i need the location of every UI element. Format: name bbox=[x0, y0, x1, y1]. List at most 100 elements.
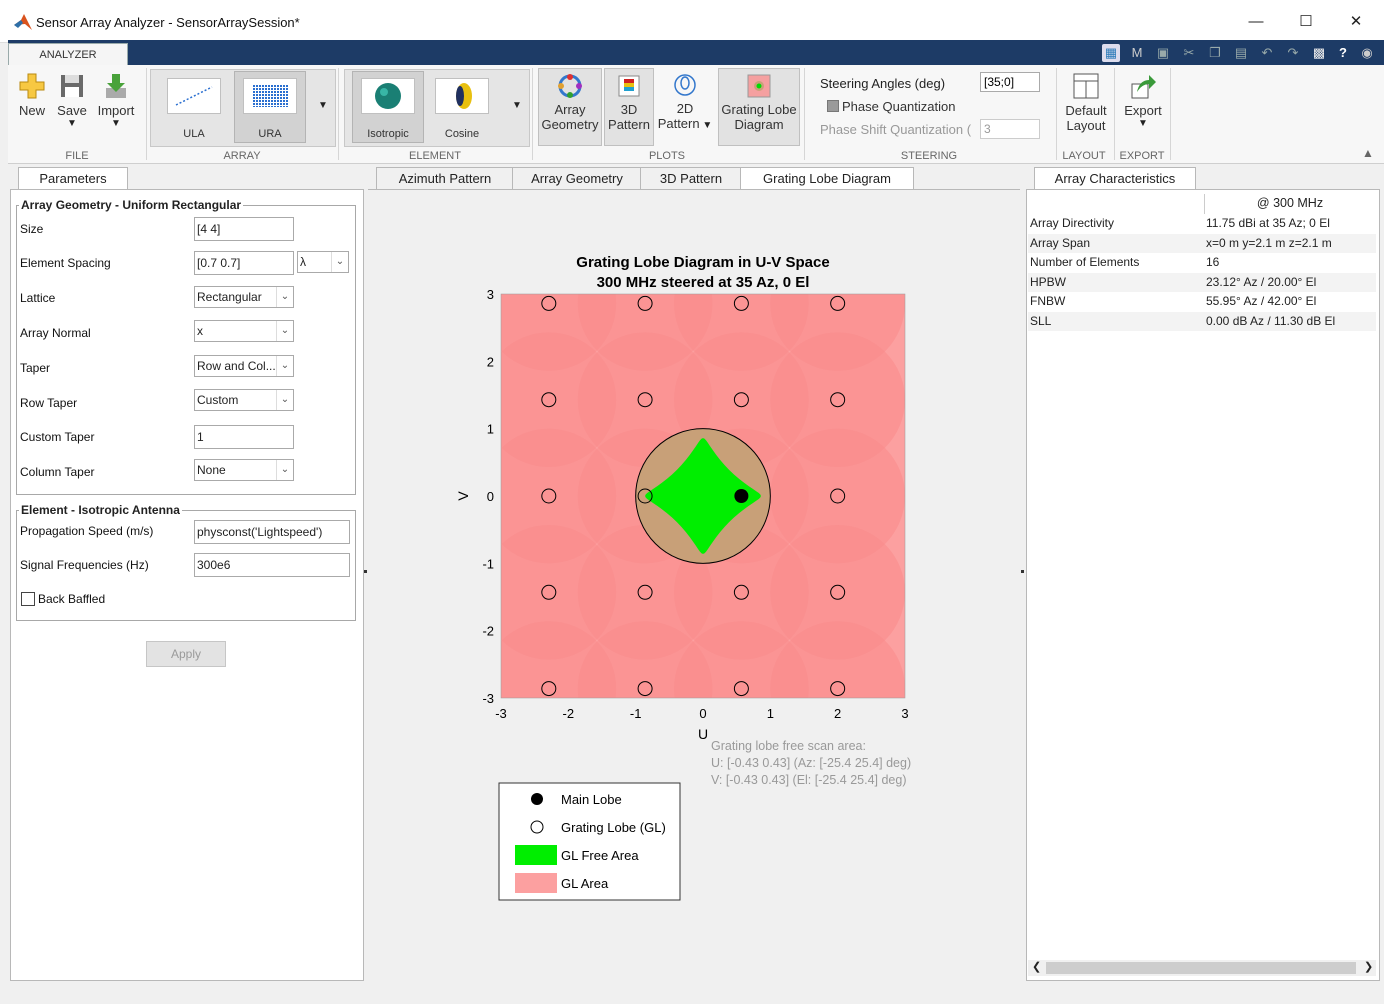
pattern-2d-label-1: 2D bbox=[676, 101, 694, 116]
quick-access-mw-icon[interactable]: M bbox=[1128, 44, 1146, 62]
characteristic-name: Array Directivity bbox=[1030, 216, 1115, 230]
steering-angles-input[interactable] bbox=[980, 72, 1040, 92]
pattern-3d-button[interactable]: 3D Pattern bbox=[604, 68, 654, 146]
tab-parameters[interactable]: Parameters bbox=[18, 167, 128, 190]
quick-access-save-icon[interactable]: ▣ bbox=[1154, 44, 1172, 62]
column-taper-select[interactable]: None ⌄ bbox=[194, 459, 294, 481]
horizontal-scrollbar[interactable]: ❮ ❯ bbox=[1028, 960, 1376, 976]
grating-lobe-icon bbox=[747, 74, 771, 98]
title-bar: Sensor Array Analyzer - SensorArraySessi… bbox=[0, 0, 1384, 43]
chevron-down-icon: ⌄ bbox=[331, 252, 348, 272]
quick-access-cut-icon[interactable]: ✂ bbox=[1180, 44, 1198, 62]
y-tick-label: 2 bbox=[487, 354, 494, 369]
table-row: SLL 0.00 dB Az / 11.30 dB El bbox=[1028, 311, 1376, 331]
close-icon[interactable]: ✕ bbox=[1344, 12, 1368, 32]
quick-access-undo-icon[interactable]: ↶ bbox=[1258, 44, 1276, 62]
phase-shift-quantization-input[interactable] bbox=[980, 119, 1040, 139]
save-label: Save bbox=[57, 103, 87, 118]
array-gallery-expand-icon[interactable]: ▼ bbox=[318, 100, 328, 111]
quick-access-menu-icon[interactable]: ◉ bbox=[1358, 44, 1376, 62]
array-geometry-label-1: Array bbox=[554, 102, 586, 117]
quick-access-copy-icon[interactable]: ❐ bbox=[1206, 44, 1224, 62]
scrollbar-thumb[interactable] bbox=[1046, 962, 1356, 974]
maximize-icon[interactable]: ☐ bbox=[1294, 12, 1318, 32]
characteristic-value: 0.00 dB Az / 11.30 dB El bbox=[1206, 313, 1336, 328]
taper-label: Taper bbox=[20, 361, 51, 375]
quick-access-help-icon[interactable]: ▦ bbox=[1102, 44, 1120, 62]
back-baffled-checkbox[interactable] bbox=[21, 592, 35, 606]
pattern-2d-button[interactable]: 2D Pattern ▼ bbox=[656, 68, 714, 144]
help-icon[interactable]: ? bbox=[1334, 44, 1352, 62]
grating-lobe-diagram-button[interactable]: Grating Lobe Diagram bbox=[718, 68, 800, 146]
spacing-unit-select[interactable]: λ ⌄ bbox=[297, 251, 349, 273]
new-button[interactable]: New bbox=[14, 72, 50, 134]
array-geometry-icon bbox=[558, 74, 582, 98]
tab-analyzer[interactable]: ANALYZER bbox=[8, 43, 128, 66]
import-caret-icon: ▼ bbox=[111, 118, 121, 129]
array-normal-label: Array Normal bbox=[20, 326, 91, 340]
ula-button[interactable]: ULA bbox=[158, 72, 230, 140]
minimize-icon[interactable]: — bbox=[1244, 12, 1268, 32]
pattern-3d-label-1: 3D bbox=[620, 102, 638, 117]
quick-access-paste-icon[interactable]: ▤ bbox=[1232, 44, 1250, 62]
plus-icon bbox=[19, 73, 45, 99]
spacing-unit-value: λ bbox=[300, 255, 306, 269]
custom-taper-input[interactable]: 1 bbox=[194, 425, 294, 449]
tab-3d-pattern[interactable]: 3D Pattern bbox=[640, 167, 742, 190]
characteristic-value: x=0 m y=2.1 m z=2.1 m bbox=[1206, 235, 1332, 250]
tab-azimuth-pattern[interactable]: Azimuth Pattern bbox=[376, 167, 514, 190]
tab-grating-lobe-diagram[interactable]: Grating Lobe Diagram bbox=[740, 167, 914, 191]
ura-thumbnail-icon bbox=[243, 78, 297, 114]
x-axis-label: U bbox=[698, 726, 708, 742]
ura-label: URA bbox=[258, 128, 282, 140]
splitter-handle[interactable] bbox=[364, 570, 367, 573]
chart-subtitle: 300 MHz steered at 35 Az, 0 El bbox=[597, 274, 810, 291]
save-caret-icon: ▼ bbox=[67, 118, 77, 129]
size-input[interactable]: [4 4] bbox=[194, 217, 294, 241]
custom-taper-label: Custom Taper bbox=[20, 430, 95, 444]
annotation-line-2: U: [-0.43 0.43] (Az: [-25.4 25.4] deg) bbox=[711, 756, 911, 770]
steering-angles-label: Steering Angles (deg) bbox=[820, 76, 946, 91]
taper-select[interactable]: Row and Col... ⌄ bbox=[194, 355, 294, 377]
characteristic-name: Number of Elements bbox=[1030, 255, 1140, 269]
quick-access-window-icon[interactable]: ▩ bbox=[1310, 44, 1328, 62]
export-button[interactable]: Export ▼ bbox=[1118, 72, 1168, 144]
default-layout-button[interactable]: Default Layout bbox=[1060, 72, 1112, 144]
element-spacing-input[interactable]: [0.7 0.7] bbox=[194, 251, 294, 275]
scroll-left-icon[interactable]: ❮ bbox=[1032, 960, 1041, 973]
phase-quantization-label: Phase Quantization bbox=[842, 99, 956, 114]
tab-array-characteristics[interactable]: Array Characteristics bbox=[1034, 167, 1196, 190]
import-button[interactable]: Import ▼ bbox=[94, 72, 138, 144]
x-tick-label: 2 bbox=[834, 706, 841, 721]
row-taper-select[interactable]: Custom ⌄ bbox=[194, 389, 294, 411]
array-normal-value: x bbox=[197, 324, 203, 338]
default-layout-label-2: Layout bbox=[1066, 118, 1106, 133]
grating-lobe-chart: Grating Lobe Diagram in U-V Space 300 MH… bbox=[455, 254, 911, 901]
steering-group-label: STEERING bbox=[900, 150, 958, 162]
y-axis-label: V bbox=[455, 491, 471, 501]
ura-button[interactable]: URA bbox=[234, 71, 306, 143]
array-geometry-button[interactable]: Array Geometry bbox=[538, 68, 602, 146]
scroll-right-icon[interactable]: ❯ bbox=[1364, 960, 1373, 973]
array-normal-select[interactable]: x ⌄ bbox=[194, 320, 294, 342]
collapse-ribbon-icon[interactable]: ▲ bbox=[1362, 146, 1374, 160]
splitter-handle[interactable] bbox=[1021, 570, 1024, 573]
lattice-label: Lattice bbox=[20, 291, 56, 305]
chart-title: Grating Lobe Diagram in U-V Space bbox=[576, 254, 829, 271]
quick-access-redo-icon[interactable]: ↷ bbox=[1284, 44, 1302, 62]
characteristic-name: SLL bbox=[1030, 313, 1052, 328]
lattice-select[interactable]: Rectangular ⌄ bbox=[194, 286, 294, 308]
ribbon-separator bbox=[804, 68, 805, 160]
legend-gl-area: GL Area bbox=[561, 876, 609, 891]
cosine-button[interactable]: Cosine bbox=[426, 72, 498, 140]
x-tick-label: 3 bbox=[901, 706, 908, 721]
tab-array-geometry[interactable]: Array Geometry bbox=[512, 167, 642, 190]
apply-button[interactable]: Apply bbox=[146, 641, 226, 667]
isotropic-button[interactable]: Isotropic bbox=[352, 71, 424, 143]
element-gallery-expand-icon[interactable]: ▼ bbox=[512, 100, 522, 111]
signal-frequencies-input[interactable]: 300e6 bbox=[194, 553, 350, 577]
save-button[interactable]: Save ▼ bbox=[54, 72, 90, 144]
characteristics-table: Array Directivity 11.75 dBi at 35 Az; 0 E… bbox=[1028, 214, 1376, 331]
propagation-speed-input[interactable]: physconst('Lightspeed') bbox=[194, 520, 350, 544]
phase-quantization-checkbox[interactable] bbox=[827, 100, 839, 112]
